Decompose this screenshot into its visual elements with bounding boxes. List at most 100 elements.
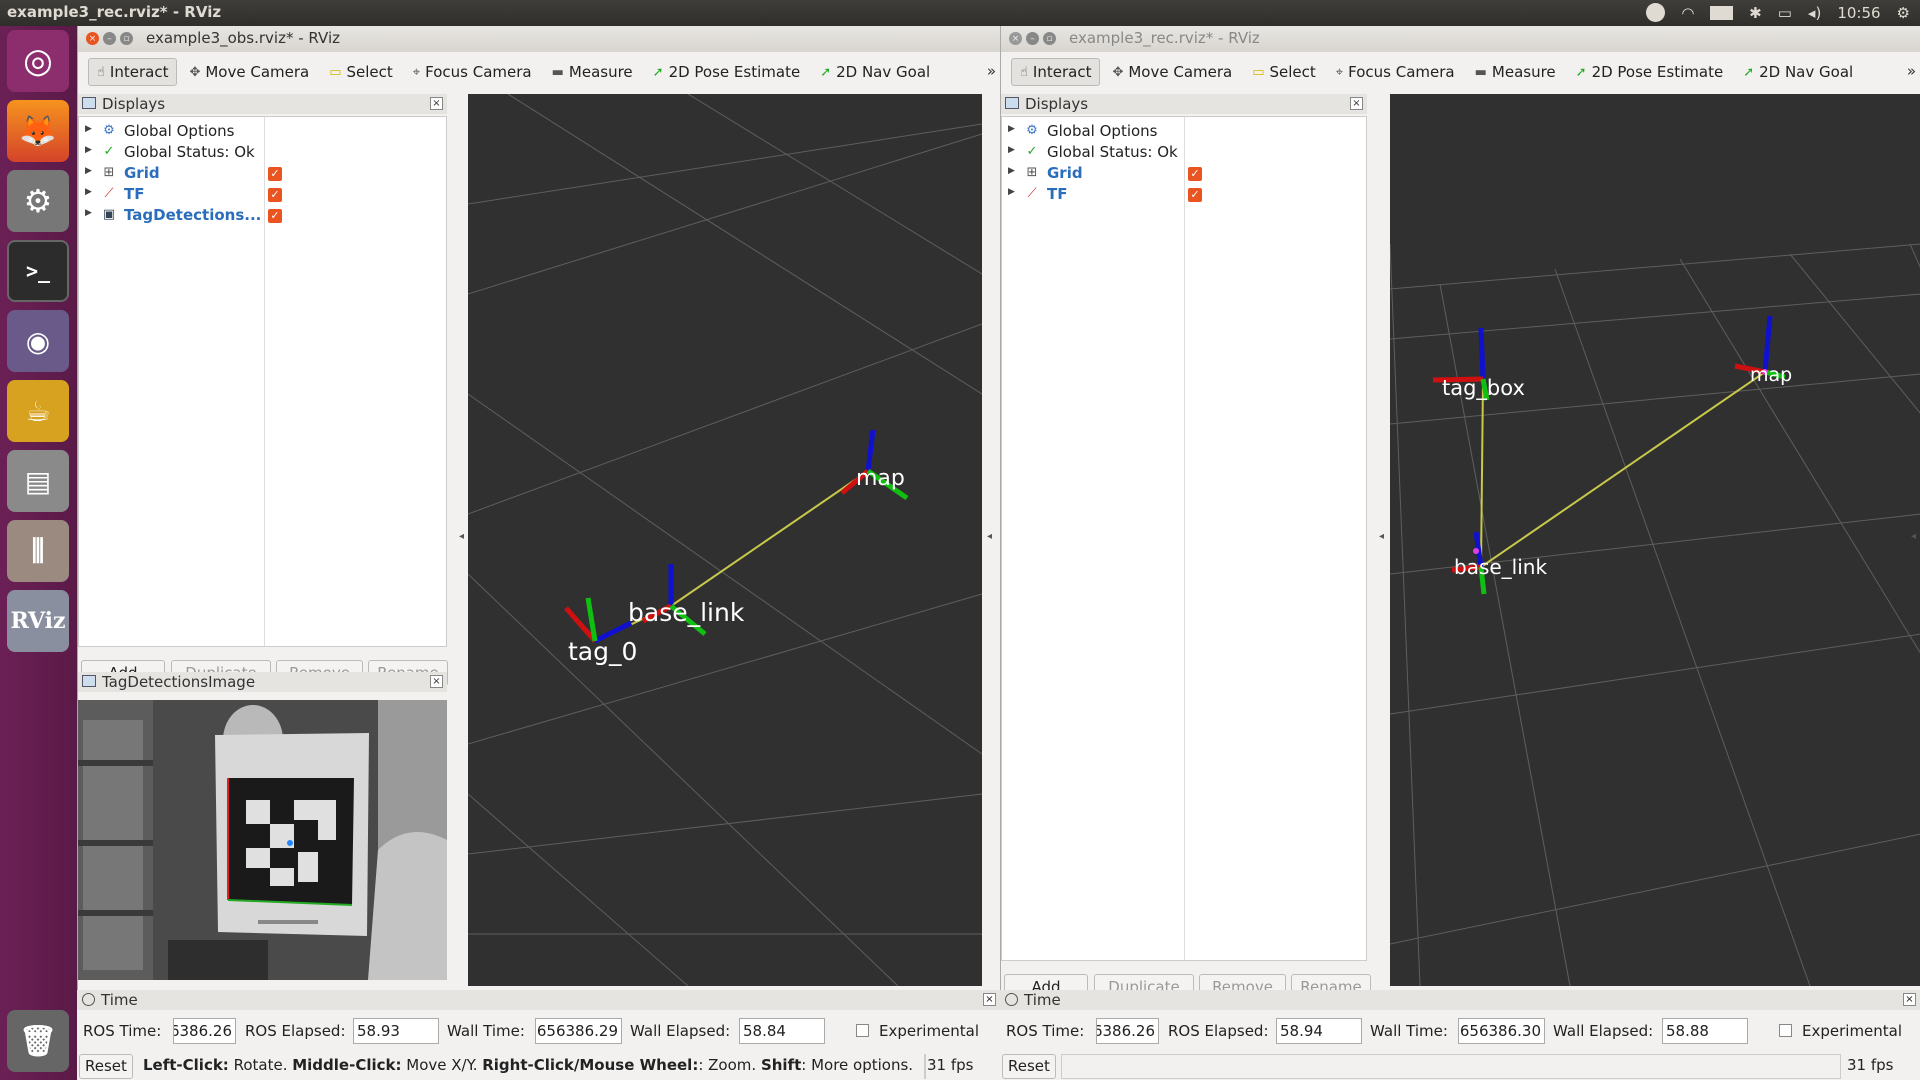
rviz-launcher-icon[interactable]: RViz xyxy=(7,590,69,652)
ruler-icon: ▬ xyxy=(551,64,564,80)
display-row-grid[interactable]: ▶ ⊞ Grid ✓ xyxy=(79,164,448,185)
display-row-global-status[interactable]: ▶ ✓ Global Status: Ok xyxy=(79,143,448,164)
mail-indicator-icon[interactable]: M xyxy=(1646,3,1666,22)
webcam-app-icon[interactable]: ◉ xyxy=(7,310,69,372)
tool-interact[interactable]: ☝ Interact xyxy=(88,58,178,86)
display-row-tf[interactable]: ▶ ⟋ TF ✓ xyxy=(1002,185,1368,206)
tool-2d-pose-estimate[interactable]: ➚ 2D Pose Estimate xyxy=(645,59,809,85)
wifi-icon[interactable]: ◠ xyxy=(1681,4,1694,22)
bluetooth-icon[interactable]: ✱ xyxy=(1749,4,1762,22)
maximize-window-button[interactable]: ▫ xyxy=(120,32,133,45)
close-panel-button[interactable]: × xyxy=(430,675,443,688)
tool-select[interactable]: ▭ Select xyxy=(321,59,401,85)
splitter-handle-icon[interactable]: ◂ xyxy=(1911,531,1916,542)
display-row-tagdetections[interactable]: ▶ ▣ TagDetections... ✓ xyxy=(79,206,448,227)
display-label: Grid xyxy=(1047,164,1083,182)
display-enable-checkbox[interactable]: ✓ xyxy=(268,188,282,202)
mixer-app-icon[interactable]: ⫼ xyxy=(7,520,69,582)
wall-elapsed-field[interactable]: 58.84 xyxy=(739,1018,825,1044)
tool-measure[interactable]: ▬ Measure xyxy=(1467,59,1564,85)
close-window-button[interactable]: × xyxy=(1009,32,1022,45)
display-row-tf[interactable]: ▶ ⟋ TF ✓ xyxy=(79,185,448,206)
splitter-handle-icon[interactable]: ◂ xyxy=(987,531,992,542)
ros-elapsed-field[interactable]: 58.93 xyxy=(353,1018,439,1044)
gear-icon[interactable]: ⚙ xyxy=(1897,4,1910,22)
tool-move-camera[interactable]: ✥ Move Camera xyxy=(1104,59,1240,85)
tf-frame-label: map xyxy=(1750,364,1792,386)
display-enable-checkbox[interactable]: ✓ xyxy=(1188,188,1202,202)
keyboard-layout-indicator[interactable]: En xyxy=(1710,5,1734,20)
window-title: example3_obs.rviz* - RViz xyxy=(146,29,340,47)
minimize-window-button[interactable]: – xyxy=(1026,32,1039,45)
tool-focus-camera[interactable]: ⌖ Focus Camera xyxy=(405,59,540,85)
ros-elapsed-field[interactable]: 58.94 xyxy=(1276,1018,1362,1044)
expand-arrow-icon[interactable]: ▶ xyxy=(1008,166,1015,176)
expand-arrow-icon[interactable]: ▶ xyxy=(85,124,92,134)
expand-arrow-icon[interactable]: ▶ xyxy=(85,166,92,176)
firefox-icon[interactable]: 🦊 xyxy=(7,100,69,162)
expand-arrow-icon[interactable]: ▶ xyxy=(85,208,92,218)
reset-button[interactable]: Reset xyxy=(79,1054,133,1079)
window-titlebar[interactable]: × – ▫ example3_rec.rviz* - RViz xyxy=(1001,26,1920,52)
wall-elapsed-label: Wall Elapsed: xyxy=(1553,1022,1654,1040)
hand-icon: ☝ xyxy=(1020,64,1028,80)
close-panel-button[interactable]: × xyxy=(430,97,443,110)
ros-time-field[interactable]: 656386.26 xyxy=(1096,1018,1159,1044)
tools-toolbar: ☝ Interact ✥ Move Camera ▭ Select ⌖ Focus Ca… xyxy=(78,52,1000,92)
expand-arrow-icon[interactable]: ▶ xyxy=(1008,187,1015,197)
tool-focus-camera[interactable]: ⌖ Focus Camera xyxy=(1328,59,1463,85)
display-enable-checkbox[interactable]: ✓ xyxy=(268,209,282,223)
close-window-button[interactable]: × xyxy=(86,32,99,45)
tool-2d-pose-estimate[interactable]: ➚ 2D Pose Estimate xyxy=(1568,59,1732,85)
splitter-handle-icon[interactable]: ◂ xyxy=(1379,531,1384,542)
ubuntu-dash-icon[interactable]: ◎ xyxy=(7,30,69,92)
splitter-handle-icon[interactable]: ◂ xyxy=(459,531,464,542)
expand-arrow-icon[interactable]: ▶ xyxy=(85,145,92,155)
experimental-checkbox[interactable] xyxy=(856,1024,869,1037)
tools-toolbar: ☝ Interact ✥ Move Camera ▭ Select ⌖ Focus Ca… xyxy=(1001,52,1920,92)
3d-render-view[interactable]: map base_link tag_0 xyxy=(468,94,982,986)
ros-time-field[interactable]: 656386.26 xyxy=(173,1018,236,1044)
wall-time-label: Wall Time: xyxy=(447,1022,525,1040)
expand-arrow-icon[interactable]: ▶ xyxy=(85,187,92,197)
time-panel-title: Time xyxy=(1024,991,1061,1009)
expand-arrow-icon[interactable]: ▶ xyxy=(1008,145,1015,155)
window-titlebar[interactable]: × – ▫ example3_obs.rviz* - RViz xyxy=(78,26,1000,52)
tool-interact[interactable]: ☝ Interact xyxy=(1011,58,1101,86)
trash-icon[interactable]: 🗑 xyxy=(7,1010,69,1072)
reset-button[interactable]: Reset xyxy=(1002,1054,1056,1079)
tool-measure[interactable]: ▬ Measure xyxy=(544,59,641,85)
close-panel-button[interactable]: × xyxy=(983,993,996,1006)
battery-icon[interactable]: ▭ xyxy=(1778,4,1792,22)
clock-icon xyxy=(82,993,95,1006)
toolbar-overflow-chevron-icon[interactable]: » xyxy=(1907,62,1916,80)
tool-2d-nav-goal[interactable]: ➚ 2D Nav Goal xyxy=(1735,59,1861,85)
minimize-window-button[interactable]: – xyxy=(103,32,116,45)
clock[interactable]: 10:56 xyxy=(1837,4,1880,22)
display-row-global-status[interactable]: ▶ ✓ Global Status: Ok xyxy=(1002,143,1368,164)
maximize-window-button[interactable]: ▫ xyxy=(1043,32,1056,45)
tool-2d-nav-goal[interactable]: ➚ 2D Nav Goal xyxy=(812,59,938,85)
teapot-app-icon[interactable]: ☕ xyxy=(7,380,69,442)
speaker-icon[interactable]: ◂) xyxy=(1808,4,1821,22)
time-panel-title: Time xyxy=(101,991,138,1009)
file-cabinet-icon[interactable]: ▤ xyxy=(7,450,69,512)
display-enable-checkbox[interactable]: ✓ xyxy=(1188,167,1202,181)
3d-render-view[interactable]: tag_box map base_link xyxy=(1390,94,1920,986)
close-panel-button[interactable]: × xyxy=(1903,993,1916,1006)
wall-elapsed-field[interactable]: 58.88 xyxy=(1662,1018,1748,1044)
display-row-grid[interactable]: ▶ ⊞ Grid ✓ xyxy=(1002,164,1368,185)
display-row-global-options[interactable]: ▶ ⚙ Global Options xyxy=(1002,122,1368,143)
toolbar-overflow-chevron-icon[interactable]: » xyxy=(987,62,996,80)
terminal-icon[interactable]: >_ xyxy=(7,240,69,302)
wall-time-field[interactable]: 1656386.29 xyxy=(535,1018,622,1044)
tool-select[interactable]: ▭ Select xyxy=(1244,59,1324,85)
display-enable-checkbox[interactable]: ✓ xyxy=(268,167,282,181)
tool-move-camera[interactable]: ✥ Move Camera xyxy=(181,59,317,85)
close-panel-button[interactable]: × xyxy=(1350,97,1363,110)
wall-time-field[interactable]: 1656386.30 xyxy=(1458,1018,1545,1044)
display-row-global-options[interactable]: ▶ ⚙ Global Options xyxy=(79,122,448,143)
experimental-checkbox[interactable] xyxy=(1779,1024,1792,1037)
system-settings-icon[interactable]: ⚙ xyxy=(7,170,69,232)
expand-arrow-icon[interactable]: ▶ xyxy=(1008,124,1015,134)
